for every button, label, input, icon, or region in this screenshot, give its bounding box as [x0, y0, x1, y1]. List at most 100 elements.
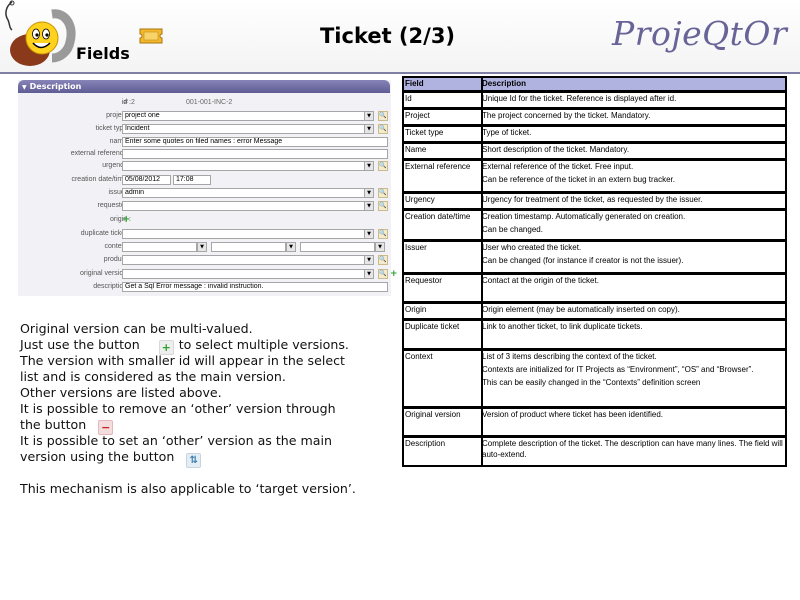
table-row: Original version Version of product wher… [402, 408, 787, 437]
field-row-name: name : Enter some quotes on filed names … [18, 136, 390, 148]
field-row-external-reference: external reference : [18, 148, 390, 160]
name-input[interactable]: Enter some quotes on filed names : error… [122, 137, 388, 147]
explanation-line-part: to select multiple versions. [178, 337, 349, 352]
chevron-down-icon[interactable]: ▼ [364, 188, 374, 198]
table-cell-field: Context [404, 351, 483, 406]
description-line: Contact at the origin of the ticket. [482, 276, 599, 285]
table-cell-description: Link to another ticket, to link duplicat… [481, 321, 785, 348]
search-icon[interactable]: 🔍 [378, 188, 388, 198]
table-row: Creation date/time Creation timestamp. A… [402, 210, 787, 241]
table-cell-field: Urgency [404, 194, 483, 208]
context-select-2[interactable] [211, 242, 286, 252]
field-description-table: Field Description Id Unique Id for the t… [402, 76, 787, 467]
product-select[interactable] [122, 255, 365, 265]
explanation-text: Original version can be multi-valued. Ju… [20, 321, 400, 497]
table-cell-field: Project [404, 110, 483, 124]
table-cell-description: Urgency for treatment of the ticket, as … [481, 194, 785, 208]
external-reference-input[interactable] [122, 149, 388, 159]
table-cell-field: Origin [404, 304, 483, 318]
description-line: Can be reference of the ticket in an ext… [482, 175, 675, 184]
page-title: Ticket (2/3) [319, 24, 456, 48]
table-cell-description: Creation timestamp. Automatically genera… [481, 211, 785, 239]
header-bar: Fields Ticket (2/3) ProjeQtOr [0, 0, 800, 74]
table-cell-field: External reference [404, 161, 483, 191]
table-header-row: Field Description [402, 76, 787, 92]
chevron-down-icon[interactable]: ▼ [364, 111, 374, 121]
chevron-down-icon[interactable]: ▼ [364, 201, 374, 211]
urgency-select[interactable] [122, 161, 365, 171]
explanation-line-part: version using the button [20, 449, 175, 464]
project-select[interactable]: project one [122, 111, 365, 121]
duplicate-ticket-select[interactable] [122, 229, 365, 239]
chevron-down-icon[interactable]: ▼ [375, 242, 385, 252]
table-header-description: Description [482, 79, 527, 88]
smiley-logo-icon [0, 0, 80, 72]
explanation-line: Just use the button + to select multiple v… [20, 337, 400, 355]
table-row: Requestor Contact at the origin of the t… [402, 274, 787, 303]
table-cell-field: Ticket type [404, 127, 483, 141]
description-line: Version of product where ticket has been… [482, 410, 663, 419]
explanation-line: It is possible to set an ‘other’ version… [20, 433, 332, 448]
chevron-down-icon[interactable]: ▼ [364, 255, 374, 265]
brand-logo-text: ProjeQtOr [612, 14, 788, 53]
description-line: List of 3 items describing the context o… [482, 352, 657, 361]
description-line: Complete description of the ticket. The … [482, 439, 783, 459]
add-origin-plus-icon[interactable]: + [122, 214, 130, 226]
table-header-field: Field [404, 78, 483, 90]
field-row-product: product : ▼ 🔍 [18, 254, 390, 266]
issuer-select[interactable]: admin [122, 188, 365, 198]
search-icon[interactable]: 🔍 [378, 255, 388, 265]
explanation-blank-line [20, 465, 400, 481]
table-row: Id Unique Id for the ticket. Reference i… [402, 92, 787, 109]
field-row-creation-datetime: creation date/time : 05/08/2012 17:08 [18, 174, 390, 186]
header-divider [0, 72, 800, 74]
table-row: Context List of 3 items describing the c… [402, 350, 787, 408]
table-row: Ticket type Type of ticket. [402, 126, 787, 143]
fields-label: Fields [76, 44, 130, 63]
ticket-type-select[interactable]: Incident [122, 124, 365, 134]
chevron-down-icon[interactable]: ▼ [364, 229, 374, 239]
creation-time-input[interactable]: 17:08 [173, 175, 211, 185]
explanation-line: version using the button ⇅ [20, 449, 400, 468]
table-row: Project The project concerned by the tic… [402, 109, 787, 126]
add-version-plus-icon[interactable]: + [390, 268, 398, 280]
section-title: Description [29, 82, 82, 91]
table-cell-description: Type of ticket. [481, 127, 785, 141]
context-select-1[interactable] [122, 242, 197, 252]
requestor-select[interactable] [122, 201, 365, 211]
field-row-context: context : ▼ ▼ ▼ [18, 241, 390, 253]
search-icon[interactable]: 🔍 [378, 124, 388, 134]
description-line: Origin element (may be automatically ins… [482, 305, 680, 314]
explanation-line: Other versions are listed above. [20, 385, 222, 400]
chevron-down-icon[interactable]: ▼ [364, 124, 374, 134]
table-cell-field: Name [404, 144, 483, 158]
table-row: Name Short description of the ticket. Ma… [402, 143, 787, 160]
search-icon[interactable]: 🔍 [378, 201, 388, 211]
collapse-arrow-icon[interactable]: ▼ [22, 84, 27, 91]
field-row-description: description : Get a Sql Error message : … [18, 281, 390, 293]
original-version-select[interactable] [122, 269, 365, 279]
search-icon[interactable]: 🔍 [378, 161, 388, 171]
section-header-description[interactable]: ▼ Description [18, 80, 390, 93]
field-row-duplicate-ticket: duplicate ticket : ▼ 🔍 [18, 228, 390, 240]
chevron-down-icon[interactable]: ▼ [197, 242, 207, 252]
description-line: User who created the ticket. [482, 243, 582, 252]
description-line: Urgency for treatment of the ticket, as … [482, 195, 703, 204]
search-icon[interactable]: 🔍 [378, 269, 388, 279]
chevron-down-icon[interactable]: ▼ [364, 161, 374, 171]
context-select-3[interactable] [300, 242, 375, 252]
search-icon[interactable]: 🔍 [378, 111, 388, 121]
chevron-down-icon[interactable]: ▼ [364, 269, 374, 279]
explanation-line: the button − [20, 417, 400, 435]
search-icon[interactable]: 🔍 [378, 229, 388, 239]
swap-arrows-icon: ⇅ [186, 453, 202, 468]
field-row-urgency: urgency : ▼ 🔍 [18, 160, 390, 172]
table-row: External reference External reference of… [402, 160, 787, 193]
explanation-line: This mechanism is also applicable to ‘ta… [20, 481, 356, 496]
table-cell-field: Duplicate ticket [404, 321, 483, 348]
chevron-down-icon[interactable]: ▼ [286, 242, 296, 252]
table-cell-description: The project concerned by the ticket. Man… [481, 110, 785, 124]
description-textarea[interactable]: Get a Sql Error message : invalid instru… [122, 282, 388, 292]
creation-date-input[interactable]: 05/08/2012 [122, 175, 171, 185]
field-row-origin: origin : + [18, 214, 390, 226]
